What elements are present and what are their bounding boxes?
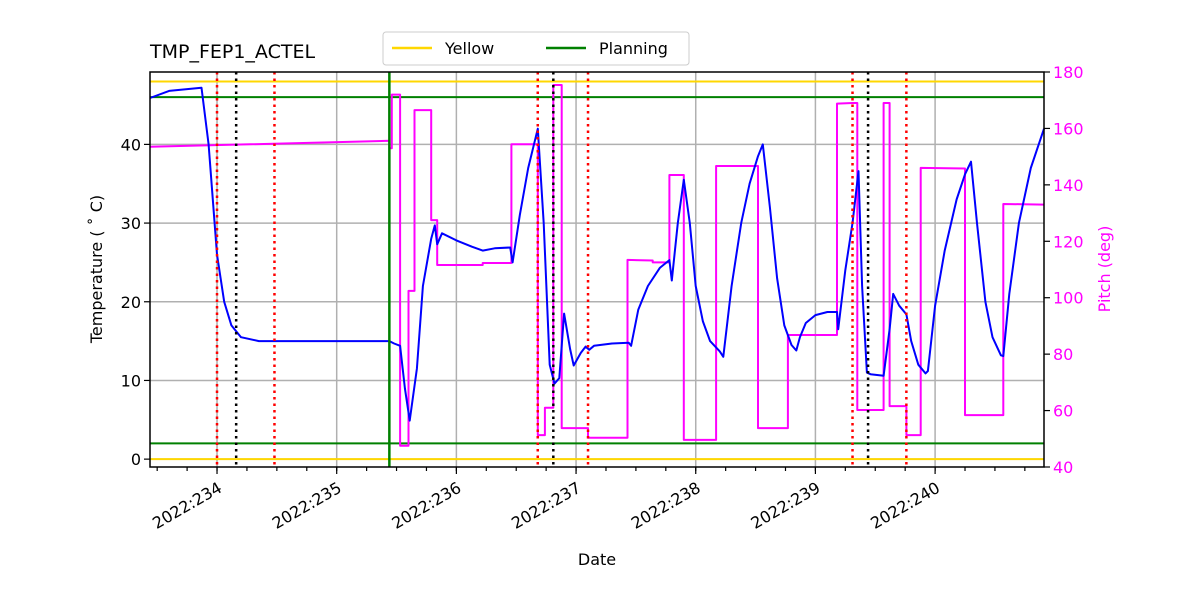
x-tick-label: 2022:240 xyxy=(867,478,943,533)
y-axis-ticks: 0 10 20 30 40 xyxy=(121,135,150,469)
y-axis-label: Temperature ( ˚ C) xyxy=(87,195,106,344)
y-right-tick-label: 180 xyxy=(1053,63,1084,82)
plot-frame xyxy=(149,71,1045,468)
y-axis-right-label: Pitch (deg) xyxy=(1095,226,1114,313)
x-axis-label: Date xyxy=(578,550,616,569)
x-tick-label: 2022:235 xyxy=(269,478,345,533)
series-layer xyxy=(149,84,1045,447)
x-tick-label: 2022:234 xyxy=(149,478,225,533)
series-line-temperature xyxy=(149,86,1045,422)
legend: Yellow Planning xyxy=(382,31,690,66)
y-right-tick-label: 160 xyxy=(1053,119,1084,138)
grid-layer xyxy=(150,72,1044,467)
x-tick-label: 2022:238 xyxy=(628,478,704,533)
y-right-tick-label: 80 xyxy=(1053,345,1073,364)
y-tick-label: 0 xyxy=(131,450,141,469)
y-axis-right-ticks: 40 60 80 100 120 140 160 180 xyxy=(1044,63,1084,477)
legend-label-yellow: Yellow xyxy=(444,39,494,58)
x-tick-label: 2022:236 xyxy=(388,478,464,533)
chart-title: TMP_FEP1_ACTEL xyxy=(149,41,315,63)
x-tick-label: 2022:239 xyxy=(748,478,824,533)
limit-lines xyxy=(150,80,1044,461)
x-tick-label: 2022:237 xyxy=(508,478,584,533)
x-axis-ticks: 2022:234 2022:235 2022:236 2022:237 2022:238… xyxy=(149,467,1026,533)
y-tick-label: 10 xyxy=(121,371,141,390)
y-right-tick-label: 40 xyxy=(1053,458,1073,477)
chart-svg: 2022:234 2022:235 2022:236 2022:237 2022:238… xyxy=(87,31,1114,569)
series-line-pitch xyxy=(149,84,1045,447)
y-tick-label: 40 xyxy=(121,135,141,154)
y-right-tick-label: 100 xyxy=(1053,289,1084,308)
legend-label-planning: Planning xyxy=(599,39,668,58)
y-right-tick-label: 60 xyxy=(1053,402,1073,421)
y-tick-label: 30 xyxy=(121,214,141,233)
y-right-tick-label: 140 xyxy=(1053,176,1084,195)
y-tick-label: 20 xyxy=(121,293,141,312)
y-right-tick-label: 120 xyxy=(1053,232,1084,251)
